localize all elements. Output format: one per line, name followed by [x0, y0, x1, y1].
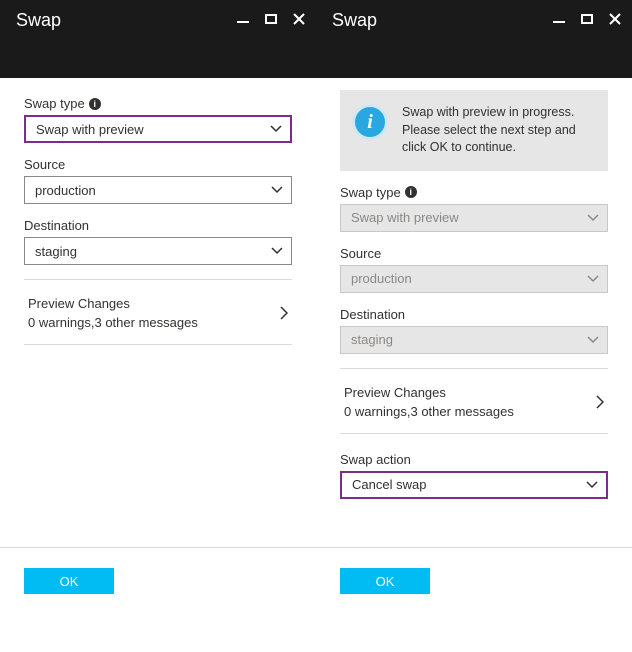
swap-action-select[interactable]: Cancel swap — [340, 471, 608, 499]
chevron-down-icon — [587, 336, 599, 344]
ok-button[interactable]: OK — [24, 568, 114, 594]
chevron-down-icon — [587, 275, 599, 283]
preview-subtitle: 0 warnings,3 other messages — [28, 315, 280, 330]
panel-header: Swap — [0, 0, 316, 78]
swap-panel-left: Swap Swap type i Swap with preview — [0, 0, 316, 614]
swap-type-label: Swap type — [340, 185, 401, 200]
swap-action-value: Cancel swap — [352, 477, 426, 492]
swap-type-value: Swap with preview — [36, 122, 144, 137]
chevron-down-icon — [271, 186, 283, 194]
destination-select[interactable]: staging — [24, 237, 292, 265]
swap-type-select: Swap with preview — [340, 204, 608, 232]
panel-footer: OK — [0, 547, 316, 614]
panel-body: Swap type i Swap with preview Source pro… — [0, 78, 316, 345]
panel-body: i Swap with preview in progress. Please … — [316, 78, 632, 535]
chevron-down-icon — [587, 214, 599, 222]
ok-button[interactable]: OK — [340, 568, 430, 594]
swap-type-select[interactable]: Swap with preview — [24, 115, 292, 143]
source-select: production — [340, 265, 608, 293]
chevron-down-icon — [270, 125, 282, 133]
destination-label-row: Destination — [24, 218, 292, 233]
chevron-right-icon — [280, 306, 288, 320]
info-icon[interactable]: i — [405, 186, 417, 198]
preview-text: Preview Changes 0 warnings,3 other messa… — [344, 385, 596, 419]
source-label: Source — [24, 157, 65, 172]
window-controls — [552, 8, 622, 26]
panel-title: Swap — [332, 8, 552, 31]
source-value: production — [351, 271, 412, 286]
chevron-right-icon — [596, 395, 604, 409]
source-label: Source — [340, 246, 381, 261]
destination-label: Destination — [24, 218, 89, 233]
info-banner-icon: i — [352, 104, 388, 140]
preview-changes-row[interactable]: Preview Changes 0 warnings,3 other messa… — [340, 369, 608, 434]
panel-header: Swap — [316, 0, 632, 78]
panel-footer: OK — [316, 547, 632, 614]
chevron-down-icon — [271, 247, 283, 255]
source-value: production — [35, 183, 96, 198]
minimize-icon[interactable] — [236, 12, 250, 26]
window-controls — [236, 8, 306, 26]
source-label-row: Source — [340, 246, 608, 261]
minimize-icon[interactable] — [552, 12, 566, 26]
source-select[interactable]: production — [24, 176, 292, 204]
preview-changes-row[interactable]: Preview Changes 0 warnings,3 other messa… — [24, 280, 292, 345]
maximize-icon[interactable] — [580, 12, 594, 26]
swap-panel-right: Swap i Swap with preview in progress. Pl… — [316, 0, 632, 614]
info-banner: i Swap with preview in progress. Please … — [340, 90, 608, 171]
swap-action-label-row: Swap action — [340, 452, 608, 467]
source-label-row: Source — [24, 157, 292, 172]
close-icon[interactable] — [608, 12, 622, 26]
swap-type-label: Swap type — [24, 96, 85, 111]
destination-value: staging — [351, 332, 393, 347]
swap-type-label-row: Swap type i — [340, 185, 608, 200]
maximize-icon[interactable] — [264, 12, 278, 26]
info-icon[interactable]: i — [89, 98, 101, 110]
preview-subtitle: 0 warnings,3 other messages — [344, 404, 596, 419]
preview-title: Preview Changes — [28, 296, 280, 311]
swap-type-label-row: Swap type i — [24, 96, 292, 111]
preview-title: Preview Changes — [344, 385, 596, 400]
chevron-down-icon — [586, 481, 598, 489]
swap-type-value: Swap with preview — [351, 210, 459, 225]
spacer — [0, 345, 316, 535]
close-icon[interactable] — [292, 12, 306, 26]
info-banner-text: Swap with preview in progress. Please se… — [402, 104, 596, 157]
swap-action-label: Swap action — [340, 452, 411, 467]
destination-select: staging — [340, 326, 608, 354]
destination-value: staging — [35, 244, 77, 259]
destination-label-row: Destination — [340, 307, 608, 322]
preview-text: Preview Changes 0 warnings,3 other messa… — [28, 296, 280, 330]
destination-label: Destination — [340, 307, 405, 322]
panel-title: Swap — [16, 8, 236, 31]
